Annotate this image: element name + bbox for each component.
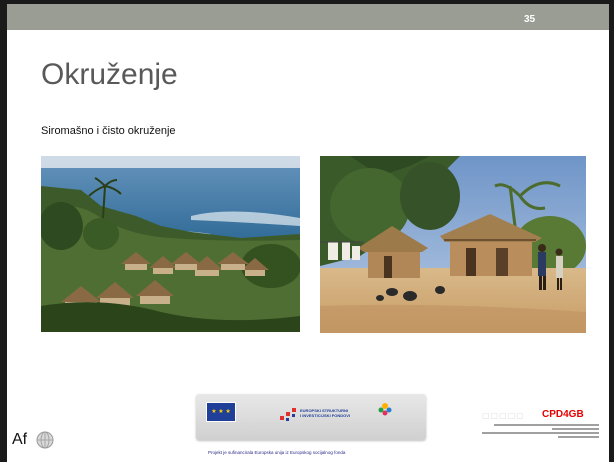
esf-text: EUROPSKI STRUKTURNI I INVESTICIJSKI FOND… bbox=[300, 408, 351, 418]
funding-logos-banner: ★ ★ ★ EUROPSKI STRUKTURNI I INVESTICIJSK… bbox=[196, 394, 426, 440]
slide-right-frame bbox=[609, 0, 614, 462]
slide-header-bar: 35 bbox=[0, 0, 614, 30]
eu-flag-icon: ★ ★ ★ bbox=[206, 402, 236, 422]
partner-logo-icon bbox=[378, 403, 392, 416]
slide: 35 Okruženje Siromašno i čisto okruženje bbox=[0, 0, 614, 462]
slide-left-frame bbox=[0, 0, 7, 462]
coastal-village-photo bbox=[41, 156, 300, 332]
slide-number: 35 bbox=[524, 14, 536, 25]
cpd4gb-logo: ▢▢▢▢▢ CPD4GB bbox=[482, 409, 599, 449]
globe-icon bbox=[36, 431, 54, 449]
slide-subtitle: Siromašno i čisto okruženje bbox=[41, 125, 176, 137]
mud-hut-village-photo bbox=[320, 156, 586, 333]
slide-title: Okruženje bbox=[41, 58, 178, 91]
af-mark: Af bbox=[12, 431, 28, 448]
cpd-logo-ghost-text: ▢▢▢▢▢ bbox=[482, 411, 525, 420]
funding-note: Projekt je sufinancirala Europska unija … bbox=[208, 450, 346, 455]
cpd-logo-lines bbox=[482, 424, 599, 440]
cpd4gb-brand: CPD4GB bbox=[542, 409, 584, 420]
